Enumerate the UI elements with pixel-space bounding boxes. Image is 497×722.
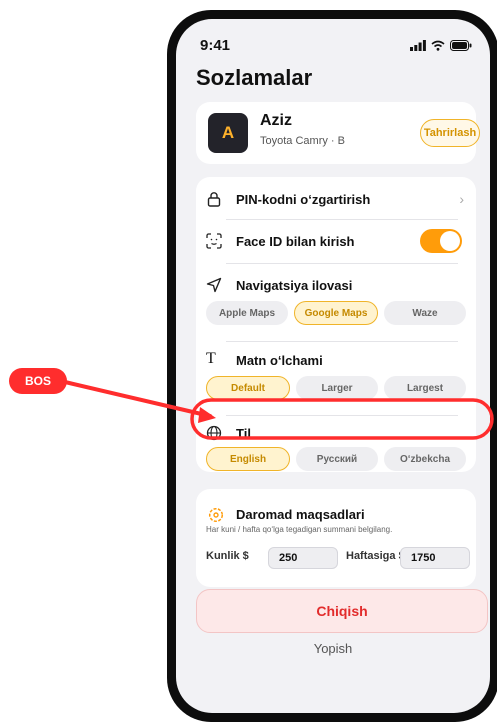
annotation-arrow-line <box>63 380 212 418</box>
annotation-arrow-head <box>198 407 216 423</box>
annotation-badge: BOS <box>9 368 67 394</box>
annotation-overlay <box>63 380 494 440</box>
annotation-highlight-ring <box>190 398 494 440</box>
